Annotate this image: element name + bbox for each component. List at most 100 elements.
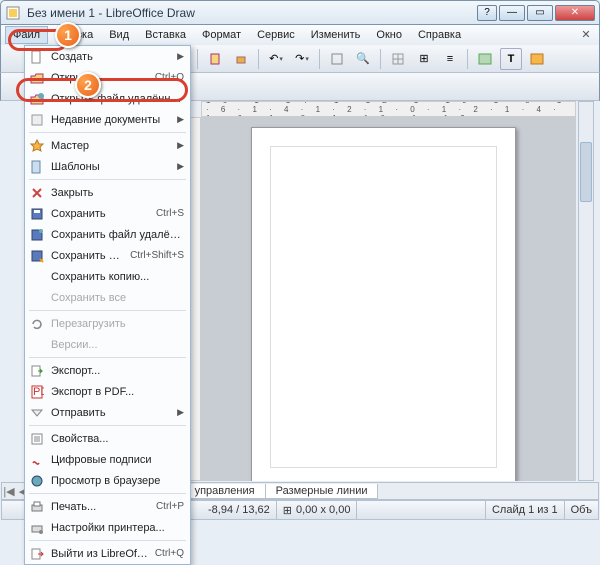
clone-format-icon[interactable]	[230, 48, 252, 70]
properties-icon	[29, 431, 45, 447]
new-icon	[29, 49, 45, 65]
menu-format[interactable]: Формат	[194, 26, 249, 44]
menu-item-print-icon[interactable]: Печать...Ctrl+P	[25, 496, 190, 517]
menu-item-label: Открыть файл удалённо...	[51, 93, 184, 105]
image-icon[interactable]	[474, 48, 496, 70]
menu-item-printer-setup-icon[interactable]: Настройки принтера...	[25, 517, 190, 538]
status-coords: -8,94 / 13,62	[202, 501, 277, 519]
annotation-badge-1: 1	[55, 22, 81, 48]
menu-item-label: Создать	[51, 51, 171, 63]
menu-item-properties-icon[interactable]: Свойства...	[25, 428, 190, 449]
snap-icon[interactable]: ⊞	[413, 48, 435, 70]
document-close-button[interactable]: ✕	[579, 27, 593, 41]
menu-item-shortcut: Ctrl+Shift+S	[124, 250, 184, 261]
blank-icon	[29, 290, 45, 306]
menu-item-close-icon[interactable]: Закрыть	[25, 182, 190, 203]
scrollbar-thumb[interactable]	[580, 142, 592, 202]
app-icon	[5, 5, 21, 21]
status-size: ⊞0,00 x 0,00	[277, 501, 358, 519]
menu-item-label: Сохранить файл удалённо...	[51, 229, 184, 241]
menu-item-label: Экспорт в PDF...	[51, 386, 184, 398]
open-icon	[29, 70, 45, 86]
menu-item-label: Экспорт...	[51, 365, 184, 377]
menu-insert[interactable]: Вставка	[137, 26, 194, 44]
menu-item-pdf-icon[interactable]: PDF Экспорт в PDF...	[25, 381, 190, 402]
menu-item-template-icon[interactable]: Шаблоны▶	[25, 156, 190, 177]
menu-item-label: Отправить	[51, 407, 171, 419]
signature-icon	[29, 452, 45, 468]
menu-item-row12[interactable]: Сохранить копию...	[25, 266, 190, 287]
window-close-button[interactable]: ✕	[555, 5, 595, 21]
page-margin	[270, 146, 497, 468]
menu-item-label: Сохранить как...	[51, 250, 124, 262]
menu-separator	[29, 179, 186, 180]
fontwork-icon[interactable]	[526, 48, 548, 70]
menu-file[interactable]: Файл	[5, 26, 48, 44]
menu-item-export-icon[interactable]: Экспорт...	[25, 360, 190, 381]
menu-item-label: Цифровые подписи	[51, 454, 184, 466]
tab-nav-first[interactable]: |◀	[2, 484, 16, 498]
zoom-in-icon[interactable]: 🔍	[352, 48, 374, 70]
undo-icon[interactable]: ↶▾	[265, 48, 287, 70]
menu-item-save-as-icon[interactable]: Сохранить как...Ctrl+Shift+S	[25, 245, 190, 266]
redo-icon[interactable]: ↷▾	[291, 48, 313, 70]
menu-separator	[29, 540, 186, 541]
export-icon	[29, 363, 45, 379]
menu-item-label: Свойства...	[51, 433, 184, 445]
menu-item-shortcut: Ctrl+S	[150, 208, 184, 219]
menu-window[interactable]: Окно	[368, 26, 410, 44]
menu-item-label: Мастер	[51, 140, 171, 152]
send-icon	[29, 405, 45, 421]
menu-item-wizard-icon[interactable]: Мастер▶	[25, 135, 190, 156]
guides-icon[interactable]: ≡	[439, 48, 461, 70]
menu-modify[interactable]: Изменить	[303, 26, 369, 44]
minimize-button[interactable]: —	[499, 5, 525, 21]
file-menu-dropdown: Создать▶Открыть...Ctrl+OОткрыть файл уда…	[24, 45, 191, 565]
menu-view[interactable]: Вид	[101, 26, 137, 44]
menu-item-new-icon[interactable]: Создать▶	[25, 46, 190, 67]
grid-icon[interactable]	[387, 48, 409, 70]
size-icon: ⊞	[283, 504, 292, 517]
menu-item-label: Выйти из LibreOffice	[51, 548, 149, 560]
canvas[interactable]	[201, 117, 576, 481]
menu-tools[interactable]: Сервис	[249, 26, 303, 44]
menu-separator	[29, 493, 186, 494]
menu-item-save-icon[interactable]: СохранитьCtrl+S	[25, 203, 190, 224]
menu-item-label: Шаблоны	[51, 161, 171, 173]
template-icon	[29, 159, 45, 175]
menu-item-signature-icon[interactable]: Цифровые подписи	[25, 449, 190, 470]
save-icon	[29, 206, 45, 222]
menu-item-open-remote-icon[interactable]: Открыть файл удалённо...	[25, 88, 190, 109]
blank-icon	[29, 269, 45, 285]
text-icon[interactable]: T	[500, 48, 522, 70]
blank-icon	[29, 337, 45, 353]
help-button[interactable]: ?	[477, 5, 497, 21]
menu-item-browser-icon[interactable]: Просмотр в браузере	[25, 470, 190, 491]
menu-item-label: Версии...	[51, 339, 184, 351]
menu-separator	[29, 425, 186, 426]
menu-item-open-icon[interactable]: Открыть...Ctrl+O	[25, 67, 190, 88]
tab-dimlines[interactable]: Размерные линии	[265, 484, 379, 499]
recent-icon	[29, 112, 45, 128]
submenu-arrow-icon: ▶	[171, 161, 184, 172]
submenu-arrow-icon: ▶	[171, 407, 184, 418]
reload-icon	[29, 316, 45, 332]
zoom-page-icon[interactable]	[326, 48, 348, 70]
close-icon	[29, 185, 45, 201]
menu-item-shortcut: Ctrl+O	[149, 72, 184, 83]
menu-item-label: Настройки принтера...	[51, 522, 184, 534]
menu-item-send-icon[interactable]: Отправить▶	[25, 402, 190, 423]
menu-item-save-remote-icon[interactable]: Сохранить файл удалённо...	[25, 224, 190, 245]
paste-icon[interactable]	[204, 48, 226, 70]
maximize-button[interactable]: ▭	[527, 5, 553, 21]
submenu-arrow-icon: ▶	[171, 51, 184, 62]
vertical-scrollbar[interactable]	[578, 101, 594, 481]
browser-icon	[29, 473, 45, 489]
print-icon	[29, 499, 45, 515]
save-remote-icon	[29, 227, 45, 243]
drawing-page[interactable]	[251, 127, 516, 481]
menu-item-exit-icon[interactable]: Выйти из LibreOfficeCtrl+Q	[25, 543, 190, 564]
menu-item-recent-icon[interactable]: Недавние документы▶	[25, 109, 190, 130]
pdf-icon: PDF	[29, 384, 45, 400]
menu-help[interactable]: Справка	[410, 26, 469, 44]
